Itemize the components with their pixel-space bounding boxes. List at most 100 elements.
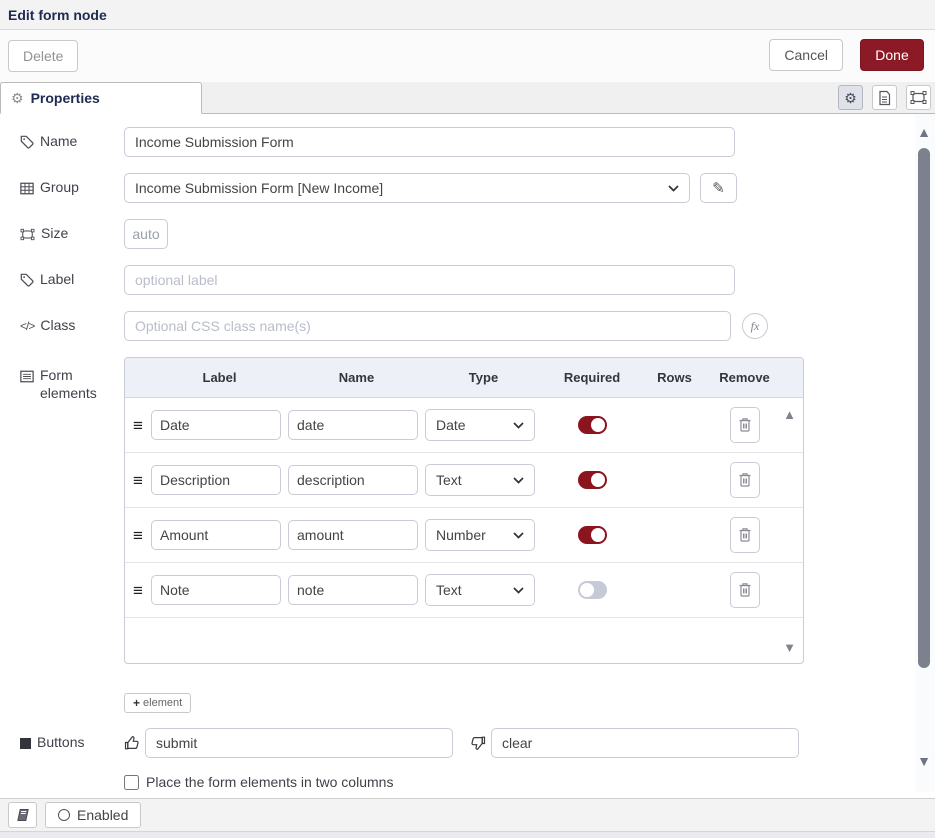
- tab-properties[interactable]: ⚙ Properties: [0, 82, 202, 114]
- element-name-input[interactable]: [288, 575, 418, 605]
- table-row: ≡ Text: [125, 453, 803, 508]
- trash-icon: [738, 417, 752, 433]
- expression-button[interactable]: fx: [742, 313, 768, 339]
- cancel-button[interactable]: Cancel: [769, 39, 843, 71]
- remove-element-button[interactable]: [730, 517, 760, 553]
- name-input[interactable]: [124, 127, 735, 157]
- status-circle-icon: [58, 809, 70, 821]
- table-scroll-up-icon[interactable]: ▲: [783, 408, 796, 421]
- required-column-header: Required: [542, 370, 642, 385]
- done-button[interactable]: Done: [860, 39, 924, 71]
- remove-element-button[interactable]: [730, 407, 760, 443]
- rows-column-header: Rows: [642, 370, 707, 385]
- enabled-label: Enabled: [77, 807, 128, 823]
- label-column-header: Label: [151, 370, 288, 385]
- chevron-down-icon: [668, 185, 679, 192]
- add-element-button[interactable]: + element: [124, 693, 191, 713]
- label-input[interactable]: [124, 265, 735, 295]
- drag-handle-icon[interactable]: ≡: [125, 472, 151, 489]
- element-type-select[interactable]: Text: [425, 464, 535, 496]
- group-row: Group Income Submission Form [New Income…: [20, 173, 935, 203]
- remove-element-button[interactable]: [730, 572, 760, 608]
- element-type-select[interactable]: Number: [425, 519, 535, 551]
- chevron-down-icon: [513, 422, 524, 429]
- fx-icon: fx: [751, 319, 760, 334]
- chevron-down-icon: [513, 587, 524, 594]
- square-icon: [20, 738, 31, 749]
- dialog-button-bar: Delete Cancel Done: [0, 30, 935, 82]
- properties-panel: Name Group Income Submission Form [New I…: [0, 114, 935, 790]
- workspace-edge: [0, 831, 935, 838]
- properties-view-button[interactable]: ⚙: [838, 85, 863, 110]
- table-icon: [20, 182, 34, 195]
- tab-properties-label: Properties: [31, 90, 100, 106]
- chevron-down-icon: [513, 477, 524, 484]
- form-elements-row: Form elements Label Name Type Required R…: [20, 357, 935, 664]
- edit-group-button[interactable]: ✎: [700, 173, 737, 203]
- element-name-input[interactable]: [288, 520, 418, 550]
- table-header: Label Name Type Required Rows Remove: [125, 358, 803, 398]
- drag-handle-icon[interactable]: ≡: [125, 417, 151, 434]
- tag-icon: [20, 273, 34, 287]
- node-help-button[interactable]: [8, 802, 37, 828]
- two-columns-checkbox[interactable]: [124, 775, 139, 790]
- appearance-view-button[interactable]: [906, 85, 931, 110]
- group-select[interactable]: Income Submission Form [New Income]: [124, 173, 690, 203]
- code-icon: </>: [20, 319, 34, 334]
- chevron-down-icon: [513, 532, 524, 539]
- element-name-input[interactable]: [288, 410, 418, 440]
- required-toggle[interactable]: [578, 471, 607, 489]
- element-type-select[interactable]: Date: [425, 409, 535, 441]
- element-label-input[interactable]: [151, 575, 281, 605]
- trash-icon: [738, 527, 752, 543]
- element-label-input[interactable]: [151, 520, 281, 550]
- buttons-label: Buttons: [20, 734, 124, 752]
- scroll-down-icon[interactable]: ▼: [917, 753, 931, 769]
- drag-handle-icon[interactable]: ≡: [125, 582, 151, 599]
- clear-button-input[interactable]: [491, 728, 799, 758]
- group-label: Group: [20, 179, 124, 197]
- element-label-input[interactable]: [151, 410, 281, 440]
- table-row: ≡ Text: [125, 563, 803, 618]
- thumbs-up-icon: [124, 735, 140, 751]
- scroll-up-icon[interactable]: ▲: [917, 124, 931, 140]
- enabled-toggle-button[interactable]: Enabled: [45, 802, 141, 828]
- element-type-select[interactable]: Text: [425, 574, 535, 606]
- delete-button[interactable]: Delete: [8, 40, 78, 72]
- submit-button-input[interactable]: [145, 728, 453, 758]
- required-toggle[interactable]: [578, 581, 607, 599]
- thumbs-down-icon: [470, 735, 486, 751]
- scrollbar-thumb[interactable]: [918, 148, 930, 668]
- element-name-input[interactable]: [288, 465, 418, 495]
- type-column-header: Type: [425, 370, 542, 385]
- label-row: Label: [20, 265, 935, 295]
- size-icon: [20, 228, 35, 241]
- node-appearance-icon: [910, 90, 927, 105]
- dialog-footer: Enabled: [0, 798, 935, 831]
- class-row: </> Class fx: [20, 311, 935, 341]
- gear-icon: ⚙: [844, 91, 857, 105]
- description-view-button[interactable]: [872, 85, 897, 110]
- element-label-input[interactable]: [151, 465, 281, 495]
- plus-icon: +: [133, 696, 140, 710]
- size-button[interactable]: auto: [124, 219, 168, 249]
- table-row: ≡ Date: [125, 398, 803, 453]
- document-icon: [877, 90, 892, 106]
- size-label: Size: [20, 225, 124, 243]
- gear-icon: ⚙: [11, 91, 24, 105]
- dialog-header: Edit form node: [0, 0, 935, 30]
- required-toggle[interactable]: [578, 416, 607, 434]
- table-scroll-down-icon[interactable]: ▼: [783, 641, 796, 654]
- list-icon: [20, 370, 34, 383]
- class-input[interactable]: [124, 311, 731, 341]
- label-label: Label: [20, 271, 124, 289]
- drag-handle-icon[interactable]: ≡: [125, 527, 151, 544]
- name-label: Name: [20, 133, 124, 151]
- group-select-value: Income Submission Form [New Income]: [135, 180, 383, 196]
- trash-icon: [738, 472, 752, 488]
- size-row: Size auto: [20, 219, 935, 249]
- dialog-title: Edit form node: [8, 7, 107, 23]
- required-toggle[interactable]: [578, 526, 607, 544]
- tab-bar: ⚙ Properties ⚙: [0, 82, 935, 114]
- remove-element-button[interactable]: [730, 462, 760, 498]
